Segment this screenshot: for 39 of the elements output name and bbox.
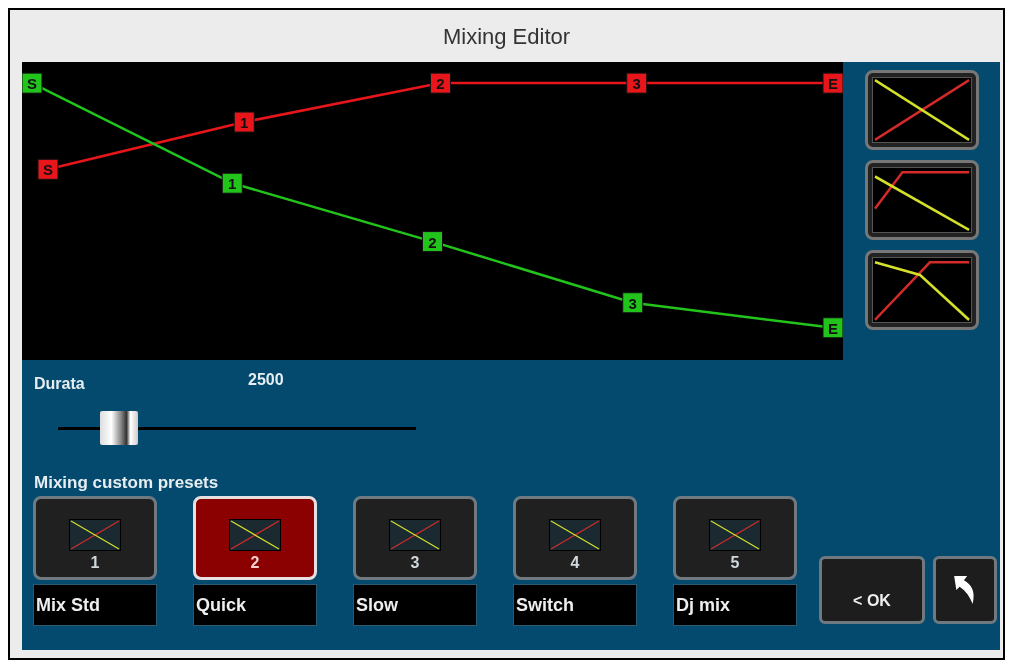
envelope-node[interactable]: S	[37, 158, 59, 180]
preset-button[interactable]: 1	[33, 496, 157, 580]
envelope-node[interactable]: E	[822, 317, 843, 339]
presets-heading: Mixing custom presets	[34, 472, 219, 494]
preset-button[interactable]: 3	[353, 496, 477, 580]
envelope-node[interactable]: 3	[622, 292, 644, 314]
duration-value: 2500	[248, 370, 284, 390]
crossfade-icon	[709, 519, 761, 551]
envelope-node[interactable]: 2	[422, 231, 443, 253]
envelope-node[interactable]: 2	[430, 72, 451, 94]
preset-button[interactable]: 4	[513, 496, 637, 580]
back-button[interactable]	[933, 556, 997, 624]
envelope-node[interactable]: S	[22, 72, 43, 94]
preset-name-field[interactable]: Mix Std	[33, 584, 157, 626]
crossfade-icon	[69, 519, 121, 551]
curve-preview-icon	[872, 257, 972, 323]
crossfade-icon	[229, 519, 281, 551]
crossfade-icon	[549, 519, 601, 551]
curve-shape-button[interactable]	[865, 250, 979, 330]
duration-slider[interactable]	[58, 412, 416, 444]
curve-shape-button[interactable]	[865, 160, 979, 240]
curve-preview-icon	[872, 167, 972, 233]
preset-button[interactable]: 2	[193, 496, 317, 580]
envelope-node[interactable]: E	[822, 72, 843, 94]
envelope-node[interactable]: 1	[233, 111, 255, 133]
curve-shape-button[interactable]	[865, 70, 979, 150]
preset-name-field[interactable]: Switch	[513, 584, 637, 626]
slider-thumb[interactable]	[99, 410, 138, 445]
curve-preview-icon	[872, 77, 972, 143]
crossfade-icon	[389, 519, 441, 551]
envelope-node[interactable]: 3	[626, 72, 648, 94]
duration-label: Durata	[34, 374, 85, 394]
preset-name-field[interactable]: Slow	[353, 584, 477, 626]
envelope-node[interactable]: 1	[221, 172, 243, 194]
preset-name-field[interactable]: Dj mix	[673, 584, 797, 626]
preset-name-field[interactable]: Quick	[193, 584, 317, 626]
ok-button[interactable]: < OK	[819, 556, 925, 624]
window-title: Mixing Editor	[442, 22, 571, 51]
preset-button[interactable]: 5	[673, 496, 797, 580]
